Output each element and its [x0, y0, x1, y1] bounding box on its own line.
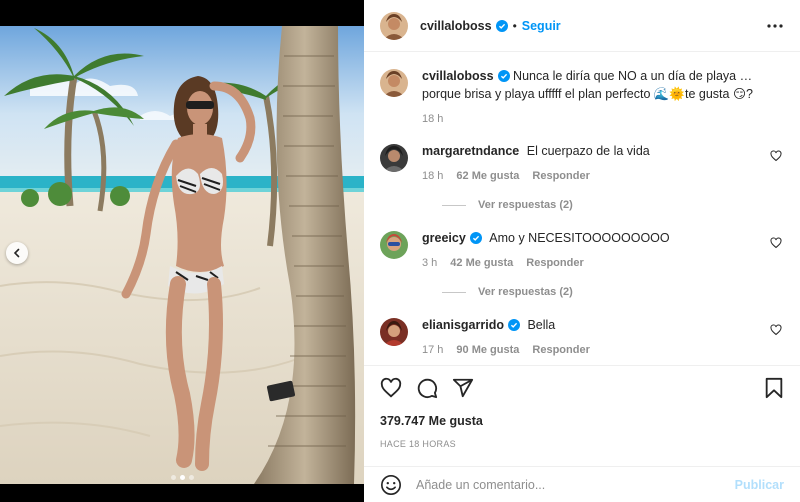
likes-count[interactable]: 379.747 Me gusta — [380, 414, 784, 428]
post-timestamp[interactable]: HACE 18 HORAS — [380, 439, 784, 449]
commenter-avatar[interactable] — [380, 231, 408, 259]
comment-icon[interactable] — [416, 377, 438, 399]
comment-input[interactable] — [416, 477, 735, 492]
view-replies-button[interactable]: Ver respuestas (2) — [442, 286, 784, 298]
post-details: cvillaloboss • Seguir cvillaloboss Nunca… — [364, 0, 800, 502]
comment-meta: 3 h 42 Me gusta Responder — [422, 254, 784, 272]
reply-button[interactable]: Responder — [532, 167, 589, 185]
replies-divider — [442, 204, 466, 206]
verified-icon — [507, 319, 520, 331]
post-media — [0, 0, 364, 502]
commenter-username[interactable]: margaretndance — [422, 144, 519, 158]
verified-icon — [469, 232, 482, 244]
comment-time[interactable]: 3 h — [422, 254, 437, 272]
post-modal: cvillaloboss • Seguir cvillaloboss Nunca… — [0, 0, 800, 502]
author-username[interactable]: cvillaloboss — [420, 19, 492, 33]
heart-icon[interactable] — [770, 237, 782, 249]
comment-meta: 18 h 62 Me gusta Responder — [422, 167, 784, 185]
share-icon[interactable] — [452, 377, 474, 399]
commenter-username[interactable]: greeicy — [422, 231, 466, 245]
commenter-username[interactable]: elianisgarrido — [422, 318, 504, 332]
more-options-icon — [767, 23, 783, 28]
heart-icon[interactable] — [770, 324, 782, 336]
carousel-prev-button[interactable] — [6, 242, 28, 264]
comment-likes[interactable]: 42 Me gusta — [450, 254, 513, 272]
verified-icon — [495, 19, 508, 32]
comment-time[interactable]: 18 h — [422, 167, 443, 185]
replies-divider — [442, 291, 466, 293]
comment-item: margaretndance El cuerpazo de la vida 18… — [380, 142, 784, 185]
post-header: cvillaloboss • Seguir — [364, 0, 800, 52]
commenter-avatar[interactable] — [380, 318, 408, 346]
comment-time[interactable]: 17 h — [422, 341, 443, 359]
commenter-avatar[interactable] — [380, 144, 408, 172]
post-photo — [0, 26, 364, 484]
caption-time[interactable]: 18 h — [422, 110, 443, 128]
view-replies-label: Ver respuestas (2) — [478, 286, 573, 298]
comment-text: Bella — [527, 318, 556, 332]
comment-form: Publicar — [364, 466, 800, 502]
comment-item: greeicy Amo y NECESITOOOOOOOOO 3 h 42 Me… — [380, 229, 784, 272]
action-bar — [380, 366, 784, 410]
follow-button[interactable]: Seguir — [522, 19, 561, 33]
carousel-indicator — [0, 475, 364, 480]
comment-meta: 17 h 90 Me gusta Responder — [422, 341, 784, 359]
view-replies-button[interactable]: Ver respuestas (2) — [442, 199, 784, 211]
reply-button[interactable]: Responder — [532, 341, 589, 359]
heart-icon[interactable] — [380, 377, 402, 399]
author-avatar[interactable] — [380, 69, 408, 97]
bookmark-icon[interactable] — [764, 377, 784, 399]
publish-button[interactable]: Publicar — [735, 478, 784, 492]
comment-text: Amo y NECESITOOOOOOOOO — [489, 231, 670, 245]
reply-button[interactable]: Responder — [526, 254, 583, 272]
comment-likes[interactable]: 90 Me gusta — [456, 341, 519, 359]
post-actions: 379.747 Me gusta HACE 18 HORAS — [364, 365, 800, 449]
verified-icon — [497, 70, 510, 82]
comments-list: cvillaloboss Nunca le diría que NO a un … — [364, 53, 800, 365]
emoji-icon[interactable] — [380, 474, 402, 496]
heart-icon[interactable] — [770, 150, 782, 162]
view-replies-label: Ver respuestas (2) — [478, 199, 573, 211]
comment-item: elianisgarrido Bella 17 h 90 Me gusta Re… — [380, 316, 784, 359]
carousel-dot-active — [179, 475, 185, 480]
separator-dot: • — [512, 18, 517, 33]
caption-meta: 18 h — [422, 110, 784, 128]
chevron-left-icon — [13, 248, 20, 258]
carousel-dot — [188, 475, 194, 480]
caption: cvillaloboss Nunca le diría que NO a un … — [380, 67, 784, 128]
comment-text: El cuerpazo de la vida — [526, 144, 650, 158]
author-avatar[interactable] — [380, 11, 408, 40]
more-options-button[interactable] — [766, 17, 784, 35]
caption-username[interactable]: cvillaloboss — [422, 69, 494, 83]
carousel-dot — [170, 475, 176, 480]
comment-likes[interactable]: 62 Me gusta — [456, 167, 519, 185]
